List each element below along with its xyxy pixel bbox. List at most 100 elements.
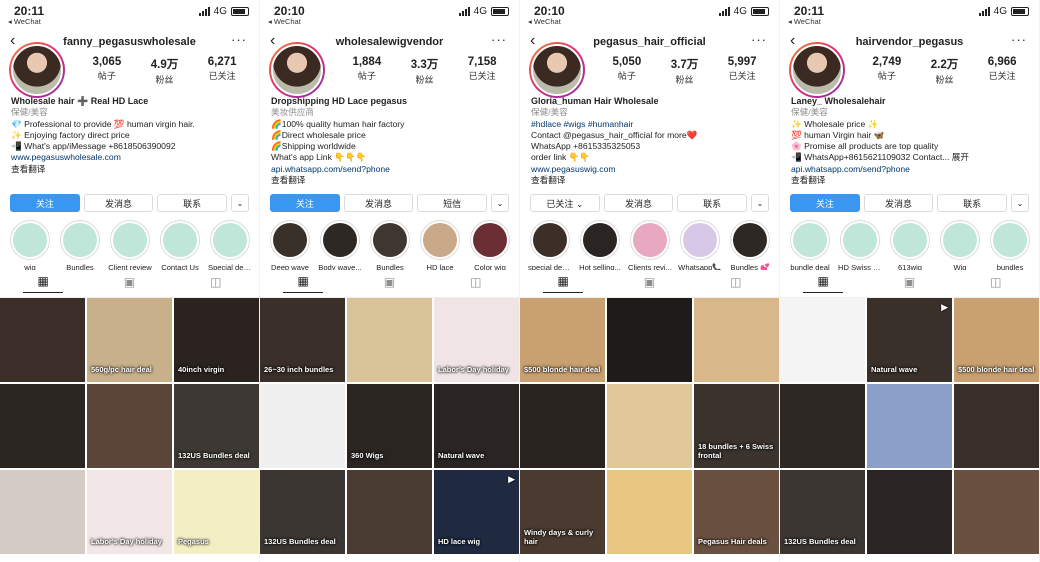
post-thumbnail[interactable]: HD lace wig ▶	[434, 470, 519, 554]
post-thumbnail[interactable]: 132US Bundles deal	[780, 470, 865, 554]
more-options-icon[interactable]: ···	[231, 32, 247, 47]
translate-link[interactable]: 查看翻译	[11, 164, 248, 175]
tagged-tab-icon[interactable]: ◫	[716, 275, 756, 293]
highlight-item[interactable]: Client review	[108, 220, 152, 270]
post-thumbnail[interactable]: 360 Wigs	[347, 384, 432, 468]
tagged-tab-icon[interactable]: ◫	[976, 275, 1016, 293]
follow-button[interactable]: 已关注 ⌄	[530, 194, 600, 212]
stat-2[interactable]: 7,158 已关注	[454, 56, 510, 86]
message-button[interactable]: 发消息	[863, 194, 934, 212]
contact-button[interactable]: 联系	[677, 194, 748, 212]
post-thumbnail[interactable]	[867, 470, 952, 554]
more-options-icon[interactable]: ···	[751, 32, 767, 47]
more-options-icon[interactable]: ···	[1011, 32, 1027, 47]
post-thumbnail[interactable]	[780, 384, 865, 468]
return-app-link[interactable]: ◂ WeChat	[788, 17, 821, 26]
post-thumbnail[interactable]	[0, 470, 85, 554]
post-thumbnail[interactable]	[954, 470, 1039, 554]
translate-link[interactable]: 查看翻译	[791, 175, 1028, 186]
tagged-tab-icon[interactable]: ◫	[456, 275, 496, 293]
grid-tab-icon[interactable]: ▦	[23, 274, 64, 293]
post-thumbnail[interactable]	[347, 298, 432, 382]
post-thumbnail[interactable]: 132US Bundles deal	[174, 384, 259, 468]
return-app-link[interactable]: ◂ WeChat	[8, 17, 41, 26]
post-thumbnail[interactable]: Natural wave	[434, 384, 519, 468]
contact-button[interactable]: 联系	[157, 194, 228, 212]
post-thumbnail[interactable]: Labor's Day holiday	[87, 470, 172, 554]
grid-tab-icon[interactable]: ▦	[803, 274, 844, 293]
igtv-tab-icon[interactable]: ▣	[889, 275, 929, 293]
stat-1[interactable]: 3.3万 粉丝	[396, 56, 452, 86]
translate-link[interactable]: 查看翻译	[531, 175, 768, 186]
post-thumbnail[interactable]	[0, 384, 85, 468]
post-thumbnail[interactable]	[607, 384, 692, 468]
highlight-item[interactable]: Deep wave	[268, 220, 312, 270]
highlight-item[interactable]: Bundles	[58, 220, 102, 270]
suggestions-button[interactable]: ⌄	[1011, 194, 1030, 212]
highlight-item[interactable]: Special deals	[208, 220, 252, 270]
post-thumbnail[interactable]: 132US Bundles deal	[260, 470, 345, 554]
post-thumbnail[interactable]: 26~30 inch bundles	[260, 298, 345, 382]
highlight-item[interactable]: Whatsapp📞	[678, 220, 722, 270]
message-button[interactable]: 发消息	[83, 194, 154, 212]
grid-tab-icon[interactable]: ▦	[543, 274, 584, 293]
igtv-tab-icon[interactable]: ▣	[629, 275, 669, 293]
post-thumbnail[interactable]: $500 blonde hair deal	[954, 298, 1039, 382]
bio-link[interactable]: www.pegasuswig.com	[531, 164, 768, 175]
contact-button[interactable]: 短信	[417, 194, 488, 212]
highlight-item[interactable]: Bundles	[368, 220, 412, 270]
post-thumbnail[interactable]: Pegasus Hair deals	[694, 470, 779, 554]
more-options-icon[interactable]: ···	[491, 32, 507, 47]
contact-button[interactable]: 联系	[937, 194, 1008, 212]
return-app-link[interactable]: ◂ WeChat	[528, 17, 561, 26]
highlight-item[interactable]: Wig	[938, 220, 982, 270]
message-button[interactable]: 发消息	[343, 194, 414, 212]
suggestions-button[interactable]: ⌄	[231, 194, 250, 212]
highlight-item[interactable]: HD lace	[418, 220, 462, 270]
post-thumbnail[interactable]: Natural wave ▶	[867, 298, 952, 382]
highlight-item[interactable]: Bundles 💕	[728, 220, 772, 270]
grid-tab-icon[interactable]: ▦	[283, 274, 324, 293]
translate-link[interactable]: 查看翻译	[271, 175, 508, 186]
post-thumbnail[interactable]	[520, 384, 605, 468]
post-thumbnail[interactable]	[0, 298, 85, 382]
stat-1[interactable]: 4.9万 粉丝	[136, 56, 192, 86]
post-thumbnail[interactable]	[607, 470, 692, 554]
suggestions-button[interactable]: ⌄	[491, 194, 510, 212]
highlight-item[interactable]: Hot selling...	[578, 220, 622, 270]
post-thumbnail[interactable]	[87, 384, 172, 468]
return-app-link[interactable]: ◂ WeChat	[268, 17, 301, 26]
stat-1[interactable]: 3.7万 粉丝	[656, 56, 712, 86]
post-thumbnail[interactable]: Labor's Day holiday	[434, 298, 519, 382]
highlight-item[interactable]: bundle deal	[788, 220, 832, 270]
highlight-item[interactable]: Body wave...	[318, 220, 362, 270]
follow-button[interactable]: 关注	[790, 194, 860, 212]
post-thumbnail[interactable]	[607, 298, 692, 382]
highlight-item[interactable]: bundles	[988, 220, 1032, 270]
post-thumbnail[interactable]	[954, 384, 1039, 468]
follow-button[interactable]: 关注	[10, 194, 80, 212]
highlight-item[interactable]: wig	[8, 220, 52, 270]
post-thumbnail[interactable]: 40inch virgin	[174, 298, 259, 382]
igtv-tab-icon[interactable]: ▣	[369, 275, 409, 293]
avatar[interactable]	[269, 42, 325, 98]
stat-2[interactable]: 5,997 已关注	[714, 56, 770, 86]
follow-button[interactable]: 关注	[270, 194, 340, 212]
post-thumbnail[interactable]	[347, 470, 432, 554]
post-thumbnail[interactable]: 560g/pc hair deal	[87, 298, 172, 382]
bio-link[interactable]: www.pegasuswholesale.com	[11, 152, 248, 163]
stat-2[interactable]: 6,271 已关注	[194, 56, 250, 86]
post-thumbnail[interactable]: Windy days & curly hair	[520, 470, 605, 554]
avatar[interactable]	[9, 42, 65, 98]
highlight-item[interactable]: special deal...	[528, 220, 572, 270]
highlight-item[interactable]: Clients revi...	[628, 220, 672, 270]
highlight-item[interactable]: Color wig	[468, 220, 512, 270]
post-thumbnail[interactable]	[260, 384, 345, 468]
message-button[interactable]: 发消息	[603, 194, 674, 212]
post-thumbnail[interactable]: Pegasus	[174, 470, 259, 554]
highlight-item[interactable]: 613wig	[888, 220, 932, 270]
post-thumbnail[interactable]: $500 blonde hair deal	[520, 298, 605, 382]
post-thumbnail[interactable]	[780, 298, 865, 382]
post-thumbnail[interactable]	[867, 384, 952, 468]
post-thumbnail[interactable]: 18 bundles + 6 Swiss frontal	[694, 384, 779, 468]
